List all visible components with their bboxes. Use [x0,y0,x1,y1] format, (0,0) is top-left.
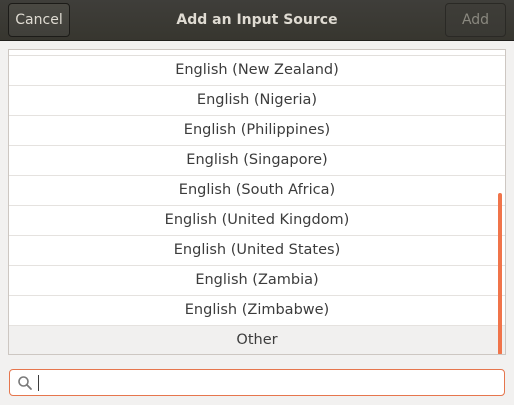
list-item[interactable]: English (New Zealand) [9,56,505,86]
input-source-list-content: English (New Zealand) English (Nigeria) … [9,50,505,354]
list-item-other[interactable]: Other [9,326,505,354]
cancel-button[interactable]: Cancel [8,3,70,37]
dialog-title: Add an Input Source [176,12,338,28]
search-field[interactable] [9,369,505,396]
list-item[interactable]: English (Nigeria) [9,86,505,116]
add-button[interactable]: Add [445,3,506,37]
search-icon [18,376,32,390]
add-input-source-dialog: Cancel Add an Input Source Add English (… [0,0,514,405]
text-cursor [38,375,39,391]
list-item[interactable]: English (Singapore) [9,146,505,176]
input-source-list[interactable]: English (New Zealand) English (Nigeria) … [8,49,506,355]
list-scrollbar[interactable] [498,193,502,354]
list-item[interactable]: English (Zimbabwe) [9,296,505,326]
list-item[interactable]: English (South Africa) [9,176,505,206]
list-item[interactable]: English (Zambia) [9,266,505,296]
list-item[interactable]: English (United Kingdom) [9,206,505,236]
list-item[interactable]: English (Philippines) [9,116,505,146]
search-input[interactable] [37,372,492,393]
header-bar: Cancel Add an Input Source Add [0,0,514,41]
list-item[interactable]: English (United States) [9,236,505,266]
